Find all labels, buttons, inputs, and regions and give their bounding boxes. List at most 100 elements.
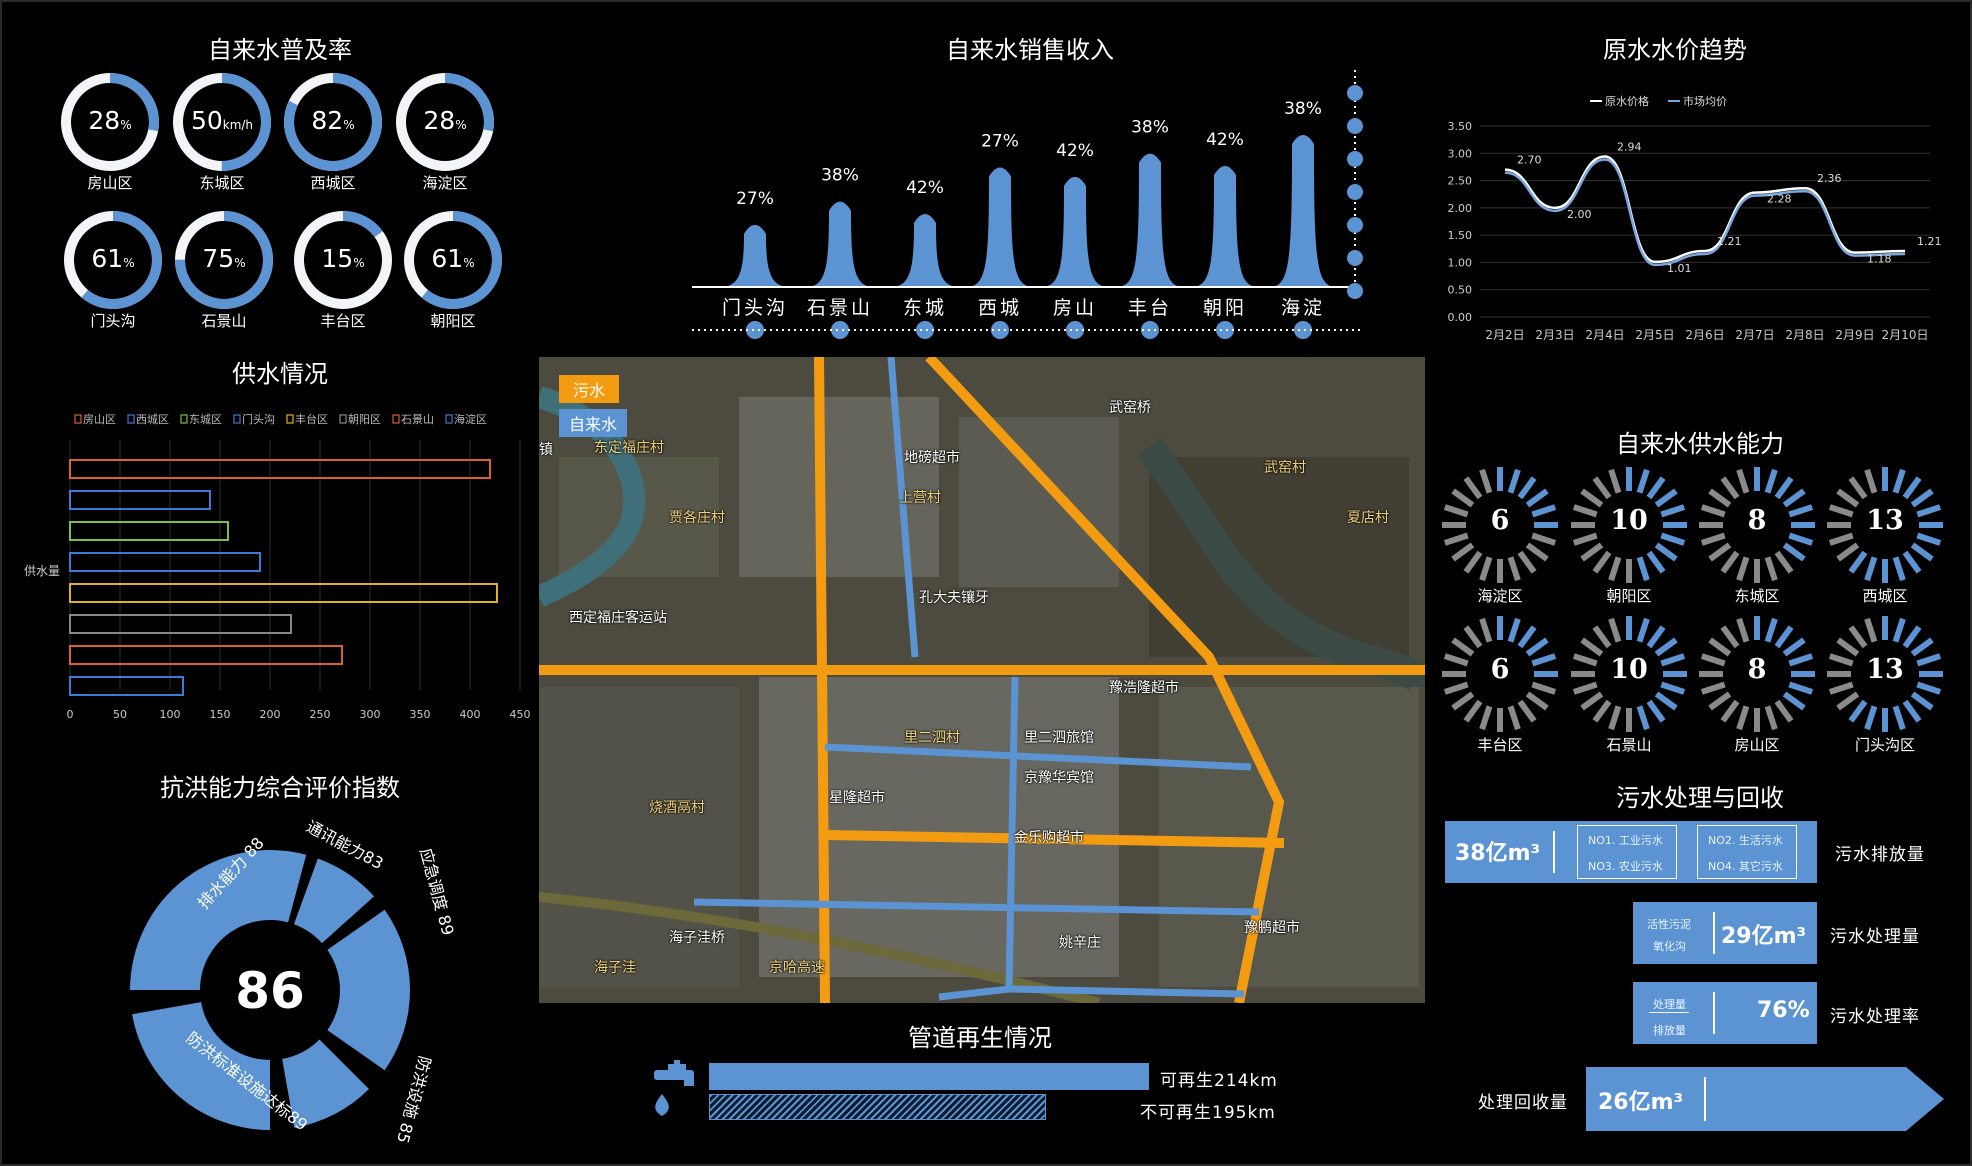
coverage-label: 海淀区	[422, 174, 468, 192]
supply-xtick: 0	[67, 708, 74, 721]
gauge-tick	[1592, 550, 1612, 574]
price-xtick: 2月2日	[1485, 328, 1524, 342]
sales-peak	[1191, 166, 1259, 287]
pipe-title: 管道再生情况	[908, 1024, 1052, 1052]
map-place-label: 姚辛庄	[1059, 935, 1101, 951]
gauge-tick	[1608, 468, 1622, 494]
gauge-tick	[1774, 550, 1794, 574]
gauge-tick	[1443, 681, 1469, 695]
gauge-tick	[1517, 476, 1537, 500]
supply-legend-label: 海淀区	[454, 412, 487, 426]
gauge-tick	[1720, 476, 1740, 500]
gauge-tick	[1708, 637, 1732, 657]
supply-xtick: 400	[460, 708, 481, 721]
gauge-tick	[1836, 488, 1860, 508]
coverage-unit: %	[463, 256, 475, 270]
sewage-recycled-value: 26亿m³	[1598, 1090, 1684, 1115]
coverage-unit: %	[123, 256, 135, 270]
gauge-tick	[1463, 625, 1483, 649]
gauge-tick	[1864, 468, 1878, 494]
price-point-label: 2.70	[1517, 154, 1542, 167]
price-xtick: 2月7日	[1735, 328, 1774, 342]
price-legend-label: 原水价格	[1605, 94, 1649, 108]
flood-center-value: 86	[235, 962, 305, 1020]
sales-value-label: 27%	[981, 132, 1019, 152]
supply-legend-label: 东城区	[189, 413, 222, 426]
gauge-tick	[1636, 556, 1650, 582]
coverage-unit: %	[353, 256, 365, 270]
sales-peak	[966, 167, 1034, 287]
gauge-tick	[1451, 637, 1475, 657]
map-place-label: 东定福庄村	[594, 440, 664, 456]
pipe-nonrenewable-label: 不可再生195km	[1140, 1103, 1276, 1123]
map-panel[interactable]: 污水 自来水 武窑桥 地磅超市 东定福庄村 贾各庄村 西定福庄客运站 孔大夫镶牙 武窑村 夏店…	[539, 357, 1425, 1003]
sales-value-label: 42%	[906, 178, 944, 198]
gauge-tick	[1720, 550, 1740, 574]
capacity-value: 6	[1490, 505, 1510, 536]
sales-category-label: 石景山	[807, 297, 873, 319]
gauge-tick	[1892, 556, 1906, 582]
treated-sub-2: 氧化沟	[1653, 940, 1686, 953]
map-place-label: 夏店村	[1347, 510, 1389, 526]
treated-sub-1: 活性污泥	[1647, 918, 1691, 931]
price-point-label: 1.01	[1667, 262, 1692, 275]
sewage-discharge-box: 38亿m³ NO1. 工业污水 NO3. 农业污水 NO2. 生活污水 NO4.…	[1445, 821, 1817, 883]
flood-segment-label: 应急调度 89	[416, 846, 458, 937]
divider	[1713, 912, 1715, 954]
gauge-tick	[1580, 542, 1604, 562]
sales-category-label: 房山	[1053, 297, 1097, 319]
sewage-discharge-value: 38亿m³	[1455, 841, 1541, 866]
price-point-label: 1.18	[1867, 253, 1892, 266]
gauge-tick	[1736, 468, 1750, 494]
price-ytick: 2.00	[1448, 202, 1473, 215]
price-xtick: 2月10日	[1882, 328, 1929, 342]
capacity-label: 石景山	[1606, 736, 1652, 754]
supply-bar	[69, 676, 184, 696]
capacity-value: 6	[1490, 654, 1510, 685]
gauge-tick	[1636, 705, 1650, 731]
gauge-tick	[1892, 705, 1906, 731]
sewage-item-2: NO2. 生活污水	[1708, 834, 1783, 847]
gauge-tick	[1525, 691, 1549, 711]
gauge-tick	[1646, 550, 1666, 574]
gauge-tick	[1864, 617, 1878, 643]
gauge-tick	[1892, 617, 1906, 643]
capacity-value: 10	[1610, 505, 1648, 536]
gauge-tick	[1517, 550, 1537, 574]
map-place-label: 里二泗旅馆	[1024, 730, 1094, 746]
gauge-tick	[1782, 691, 1806, 711]
gauge-tick	[1708, 488, 1732, 508]
gauge-tick	[1463, 550, 1483, 574]
gauge-tick	[1525, 488, 1549, 508]
supply-xtick: 250	[310, 708, 331, 721]
sales-category-label: 海淀	[1281, 297, 1325, 319]
sales-peak	[1269, 135, 1337, 287]
coverage-label: 西城区	[310, 174, 356, 192]
price-xtick: 2月4日	[1585, 328, 1624, 342]
sewage-title: 污水处理与回收	[1616, 784, 1784, 812]
coverage-number: 50	[190, 106, 223, 135]
sales-axis-dot	[1294, 321, 1312, 339]
capacity-label: 海淀区	[1477, 587, 1523, 605]
gauge-tick	[1892, 468, 1906, 494]
gauge-tick	[1708, 542, 1732, 562]
supply-legend-swatch	[392, 414, 400, 424]
coverage-value: 28%	[390, 106, 500, 135]
gauge-tick	[1654, 691, 1678, 711]
flood-title: 抗洪能力综合评价指数	[160, 774, 400, 802]
gauge-tick	[1531, 681, 1557, 695]
coverage-number: 61	[431, 244, 464, 273]
gauge-tick	[1700, 681, 1726, 695]
price-title: 原水水价趋势	[1603, 36, 1747, 64]
price-point-label: 2.36	[1817, 172, 1842, 185]
sales-axis-dot	[831, 321, 849, 339]
gauge-tick	[1788, 681, 1814, 695]
sales-axis-dot	[916, 321, 934, 339]
capacity-value: 8	[1747, 505, 1767, 536]
price-ytick: 2.50	[1448, 175, 1473, 188]
gauge-tick	[1764, 468, 1778, 494]
supply-bar	[69, 583, 498, 603]
gauge-tick	[1451, 488, 1475, 508]
supply-bar	[69, 614, 292, 634]
gauge-tick	[1910, 691, 1934, 711]
